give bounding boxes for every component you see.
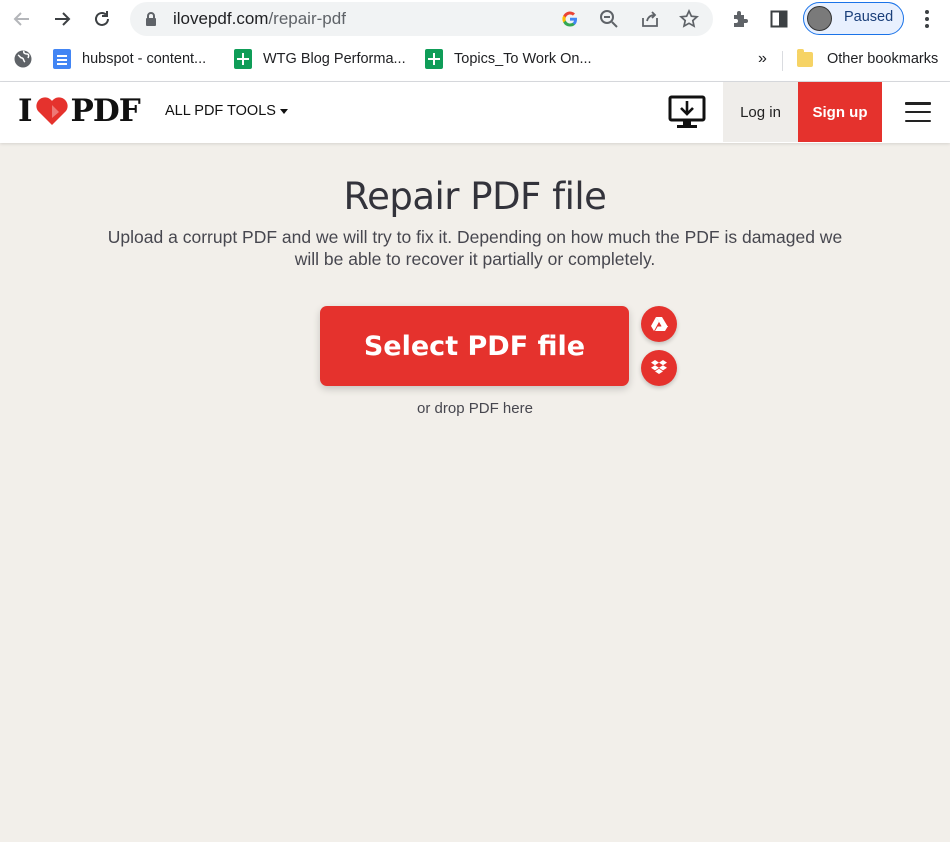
logo-text-left: I (18, 93, 32, 129)
bookmark-label: hubspot - content... (82, 51, 207, 67)
lock-icon (146, 12, 156, 26)
bookmarks-overflow-button[interactable]: » (758, 48, 767, 70)
heart-icon (35, 97, 68, 125)
arrow-right-icon (55, 12, 71, 26)
page-subtitle: Upload a corrupt PDF and we will try to … (75, 227, 875, 270)
desktop-download-icon (668, 95, 706, 128)
forward-button[interactable] (50, 7, 74, 31)
bookmarks-bar: hubspot - content... WTG Blog Performa..… (0, 38, 950, 82)
side-panel-icon[interactable] (768, 8, 790, 30)
subtitle-line: Upload a corrupt PDF and we will try to … (107, 227, 843, 247)
reload-button[interactable] (90, 7, 114, 31)
site-header: I PDF ALL PDF TOOLS Log in Sign up (0, 82, 950, 143)
dropbox-icon (651, 360, 667, 374)
avatar (807, 6, 832, 31)
bookmark-hubspot[interactable]: hubspot - content... (53, 48, 206, 70)
bookmarks-divider (782, 51, 783, 71)
address-bar[interactable]: ilovepdf.com/repair-pdf (130, 2, 713, 36)
caret-down-icon (279, 109, 288, 114)
reload-icon (95, 11, 109, 26)
back-button[interactable] (10, 7, 34, 31)
bookmark-wtg-blog[interactable]: WTG Blog Performa... (234, 48, 406, 70)
extensions-icon[interactable] (729, 8, 751, 30)
star-icon[interactable] (679, 9, 699, 29)
bookmark-label: Topics_To Work On... (454, 51, 592, 67)
bookmark-topics[interactable]: Topics_To Work On... (425, 48, 592, 70)
drop-hint: or drop PDF here (417, 400, 533, 417)
login-button[interactable]: Log in (723, 82, 798, 142)
ilovepdf-logo[interactable]: I PDF (18, 93, 141, 129)
folder-icon (797, 48, 813, 67)
arrow-left-icon (13, 12, 29, 26)
url-text: ilovepdf.com/repair-pdf (173, 9, 346, 28)
logo-text-right: PDF (70, 93, 141, 129)
profile-button[interactable]: Paused (803, 2, 904, 35)
profile-status: Paused (844, 9, 894, 25)
desktop-app-button[interactable] (663, 92, 711, 132)
google-sheets-icon (234, 49, 252, 69)
google-drive-icon (651, 317, 668, 331)
dropbox-button[interactable] (641, 350, 677, 386)
browser-toolbar: ilovepdf.com/repair-pdf Paused (0, 0, 950, 38)
google-drive-button[interactable] (641, 306, 677, 342)
page-title: Repair PDF file (343, 175, 607, 218)
signup-button[interactable]: Sign up (798, 82, 882, 142)
share-icon[interactable] (640, 9, 660, 29)
more-vert-icon[interactable] (916, 8, 938, 30)
globe-icon (14, 50, 32, 68)
zoom-icon[interactable] (599, 9, 619, 29)
all-pdf-tools-menu[interactable]: ALL PDF TOOLS (165, 103, 288, 119)
menu-icon[interactable] (905, 102, 931, 122)
other-bookmarks[interactable]: Other bookmarks (797, 48, 938, 70)
apps-globe-button[interactable] (13, 48, 33, 70)
google-icon[interactable] (560, 9, 580, 29)
select-pdf-button[interactable]: Select PDF file (320, 306, 629, 386)
tools-menu-label: ALL PDF TOOLS (165, 103, 276, 119)
bookmark-label: WTG Blog Performa... (263, 51, 406, 67)
google-docs-icon (53, 49, 71, 69)
subtitle-line: will be able to recover it partially or … (294, 248, 656, 269)
google-sheets-icon (425, 49, 443, 69)
other-bookmarks-label: Other bookmarks (827, 51, 939, 67)
